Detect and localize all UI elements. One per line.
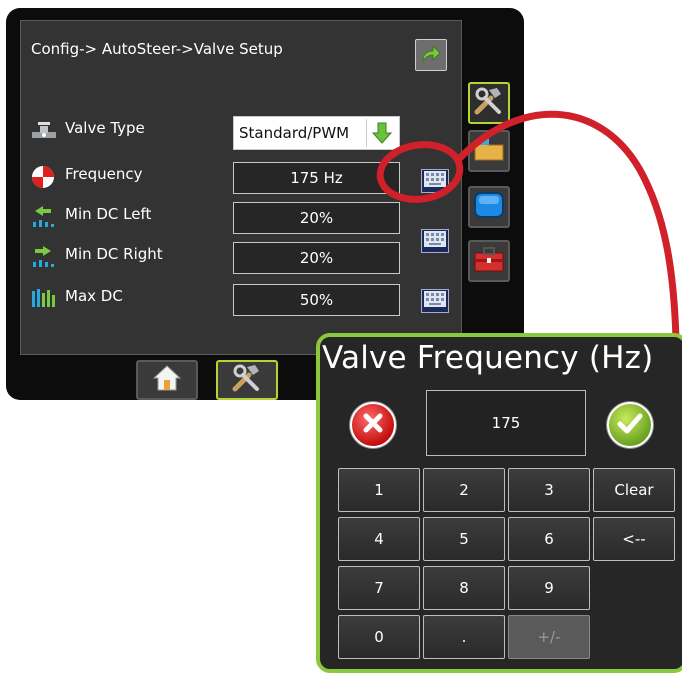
key-4[interactable]: 4 [338,517,420,561]
keypad-display[interactable]: 175 [426,390,586,456]
key-3[interactable]: 3 [508,468,590,512]
key-clear[interactable]: Clear [593,468,675,512]
key-decimal[interactable]: . [423,615,505,659]
cancel-button[interactable] [350,402,396,448]
key-6[interactable]: 6 [508,517,590,561]
close-icon [361,411,385,439]
accept-button[interactable] [607,402,653,448]
key-9[interactable]: 9 [508,566,590,610]
key-plus-minus: +/- [508,615,590,659]
key-1[interactable]: 1 [338,468,420,512]
key-5[interactable]: 5 [423,517,505,561]
key-8[interactable]: 8 [423,566,505,610]
key-7[interactable]: 7 [338,566,420,610]
dialog-title: Valve Frequency (Hz) [322,340,654,376]
key-backspace[interactable]: <-- [593,517,675,561]
checkmark-icon [617,411,643,439]
key-0[interactable]: 0 [338,615,420,659]
frequency-keypad-dialog: Valve Frequency (Hz) 175 1 2 3 Clear 4 5… [316,333,682,673]
key-2[interactable]: 2 [423,468,505,512]
